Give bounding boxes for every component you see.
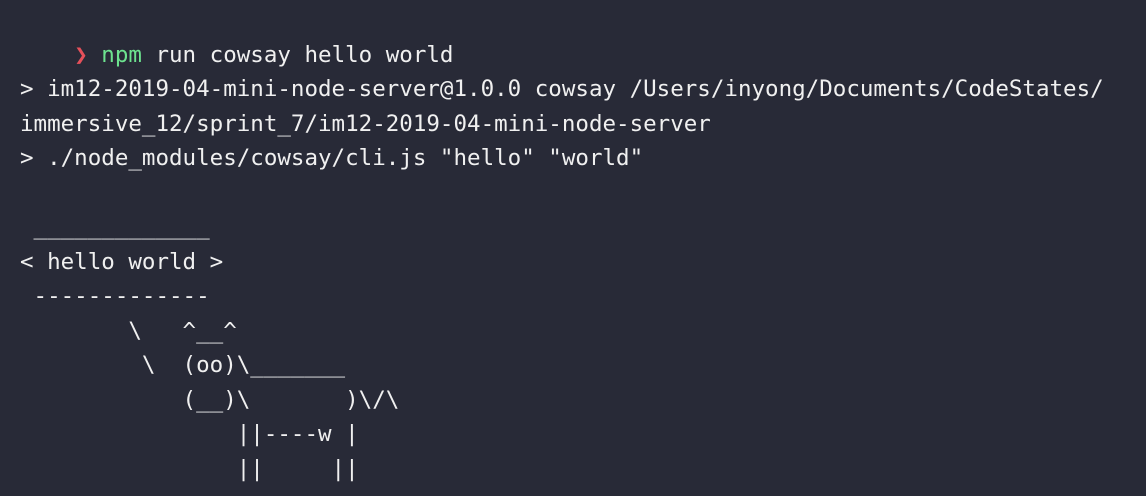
cow-line: (__)\ )\/\ (20, 386, 400, 413)
speech-bubble-top: _____________ (20, 214, 210, 240)
speech-bubble-bottom: ------------- (20, 283, 210, 309)
cow-line: \ (oo)\_______ (20, 352, 346, 378)
output-line: > im12-2019-04-mini-node-server@1.0.0 co… (20, 76, 1104, 102)
cowsay-ascii-art: _____________ < hello world > ----------… (20, 210, 1146, 486)
prompt-line: ❯ npm run cowsay hello world (20, 3, 1146, 68)
output-line: > ./node_modules/cowsay/cli.js "hello" "… (20, 145, 644, 171)
speech-bubble-text: < hello world > (20, 248, 224, 275)
output-line: immersive_12/sprint_7/im12-2019-04-mini-… (20, 110, 711, 137)
command-name: npm (101, 41, 142, 68)
cow-line: ||----w | (20, 421, 359, 447)
cow-line: \ ^__^ (20, 317, 237, 344)
terminal-window[interactable]: ❯ npm run cowsay hello world > im12-2019… (0, 0, 1146, 496)
command-args: run cowsay hello world (141, 41, 454, 68)
prompt-arrow-icon: ❯ (74, 41, 88, 68)
cow-line: || || (20, 455, 359, 482)
